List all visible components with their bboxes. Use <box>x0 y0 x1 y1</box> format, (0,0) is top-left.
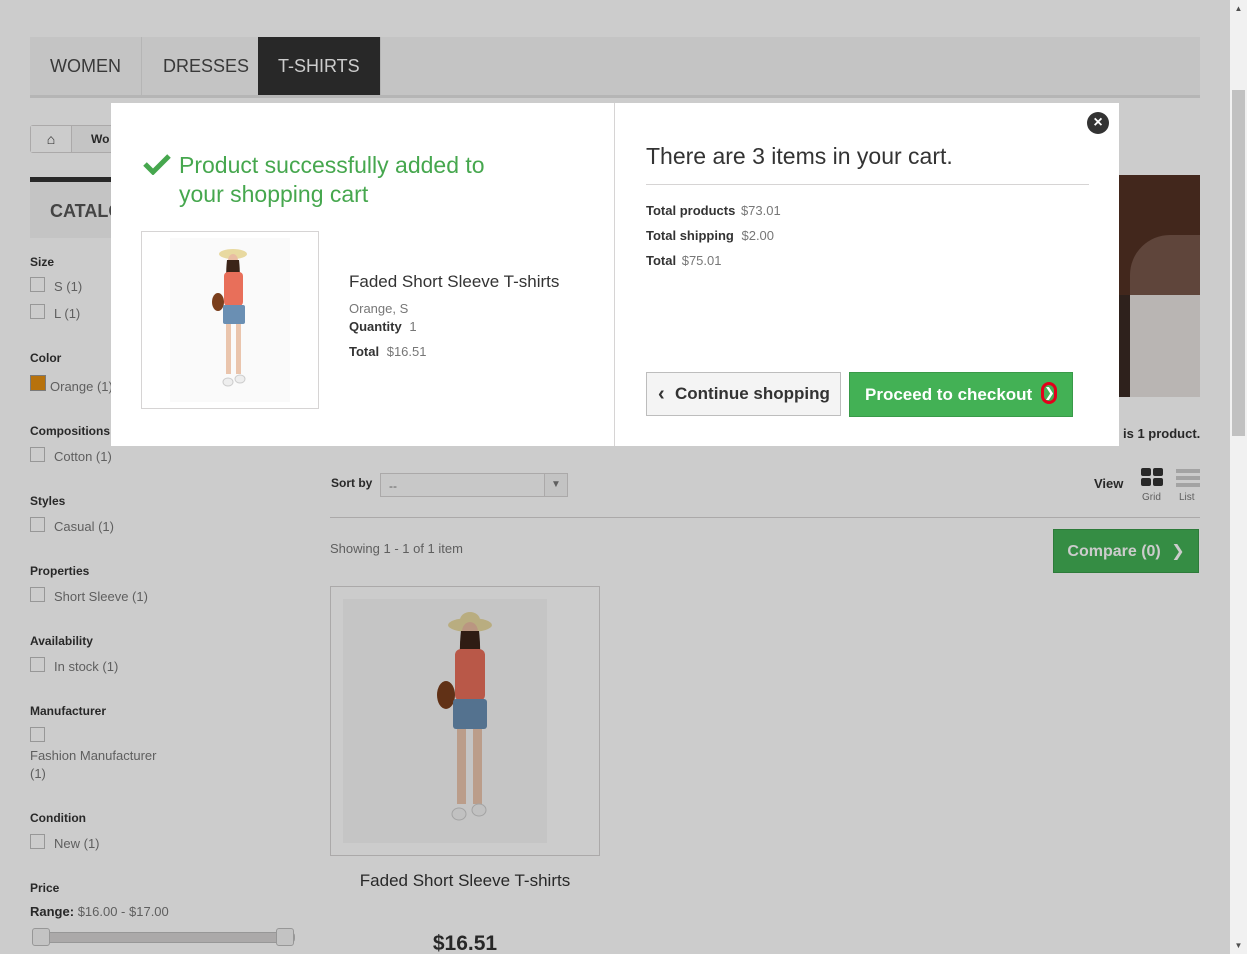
chevron-left-icon: ‹ <box>658 383 665 405</box>
total-shipping-value: $2.00 <box>741 228 775 243</box>
check-icon <box>143 154 171 175</box>
success-line-2: your shopping cart <box>179 181 369 207</box>
total-products-row: Total products $73.01 <box>646 203 781 218</box>
total-shipping-label: Total shipping <box>646 228 734 243</box>
total-shipping-row: Total shipping $2.00 <box>646 228 774 243</box>
modal-product-image <box>170 238 290 402</box>
continue-shopping-label: Continue shopping <box>675 384 830 403</box>
quantity-value: 1 <box>409 319 417 334</box>
total-label: Total <box>349 344 380 359</box>
grand-total-value: $75.01 <box>681 253 722 268</box>
success-message: Product successfully added to your shopp… <box>179 151 499 209</box>
cart-summary-title: There are 3 items in your cart. <box>646 143 953 169</box>
total-products-value: $73.01 <box>740 203 781 218</box>
modal-product-panel: Product successfully added to your shopp… <box>111 103 615 446</box>
modal-product-thumbnail <box>141 231 319 409</box>
modal-total-row: Total $16.51 <box>349 344 426 359</box>
close-icon[interactable]: × <box>1087 112 1109 134</box>
proceed-to-checkout-label: Proceed to checkout <box>865 385 1033 404</box>
quantity-label: Quantity <box>349 319 402 334</box>
modal-quantity-row: Quantity 1 <box>349 319 417 334</box>
chevron-right-icon: ❯ <box>1041 382 1057 404</box>
total-value: $16.51 <box>386 344 427 359</box>
success-line-1: Product successfully added to <box>179 152 485 178</box>
scrollbar[interactable]: ▲ ▼ <box>1230 0 1247 954</box>
continue-shopping-button[interactable]: ‹ Continue shopping <box>646 372 841 416</box>
divider <box>646 184 1089 185</box>
scrollbar-thumb[interactable] <box>1232 90 1245 436</box>
scroll-up-icon[interactable]: ▲ <box>1230 0 1247 17</box>
grand-total-label: Total <box>646 253 677 268</box>
grand-total-row: Total $75.01 <box>646 253 721 268</box>
proceed-to-checkout-button[interactable]: Proceed to checkout ❯ <box>849 372 1073 417</box>
total-products-label: Total products <box>646 203 736 218</box>
modal-cart-panel: There are 3 items in your cart. Total pr… <box>615 103 1119 446</box>
modal-product-name: Faded Short Sleeve T-shirts <box>349 272 560 291</box>
scroll-down-icon[interactable]: ▼ <box>1230 937 1247 954</box>
cart-modal: Product successfully added to your shopp… <box>111 103 1119 446</box>
modal-product-attributes: Orange, S <box>349 301 409 316</box>
